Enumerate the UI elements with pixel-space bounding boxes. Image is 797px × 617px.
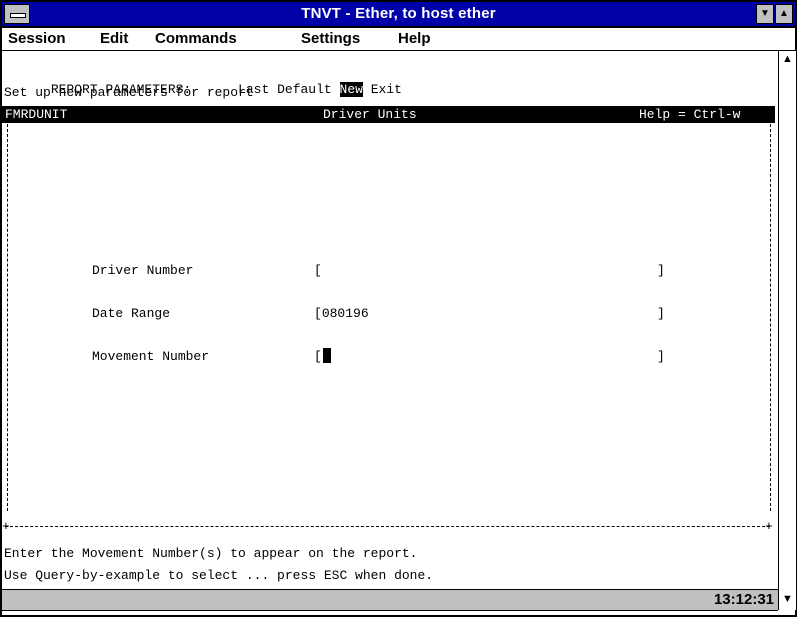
form-border-bottom [5,526,770,527]
scroll-down-icon[interactable]: ▼ [778,589,796,610]
date-range-label: Date Range [92,306,171,321]
date-range-field[interactable]: [080196 [314,305,369,322]
terminal-window: TNVT - Ether, to host ether ▼ ▲ Session … [0,0,797,617]
subtitle-line: Set up new parameters for report [4,85,254,100]
footer-instruction-1: Enter the Movement Number(s) to appear o… [4,546,418,561]
window-title: TNVT - Ether, to host ether [301,5,496,22]
vertical-scrollbar[interactable]: ▲ [778,51,796,589]
driver-number-field-end: ] [657,263,665,278]
screen-title: Driver Units [323,107,417,122]
movement-number-field-end: ] [657,349,665,364]
clock: 13:12:31 [713,591,774,608]
movement-number-label: Movement Number [92,349,210,364]
date-range-value: 080196 [321,306,369,321]
option-exit[interactable]: Exit [371,82,402,97]
scroll-up-icon[interactable]: ▲ [779,51,796,68]
menu-settings[interactable]: Settings [301,30,360,47]
movement-number-field[interactable]: [ [314,348,331,365]
terminal-screen[interactable]: REPORT PARAMETERS: Last Default New Exit… [2,51,777,589]
footer-instruction-2: Use Query-by-example to select ... press… [4,568,434,583]
status-bar: 13:12:31 [2,589,778,611]
date-range-field-end: ] [657,306,665,321]
text-cursor [322,348,331,363]
menu-edit[interactable]: Edit [100,30,128,47]
form-border-right [770,124,773,511]
screen-header-bar: FMRDUNIT Driver Units Help = Ctrl-w [2,106,775,123]
menu-help[interactable]: Help [398,30,431,47]
option-default[interactable]: Default [277,82,332,97]
maximize-icon[interactable]: ▲ [775,4,793,24]
menu-commands[interactable]: Commands [155,30,237,47]
option-new[interactable]: New [339,82,363,97]
driver-number-field[interactable]: [ [314,262,322,279]
program-name: FMRDUNIT [5,107,68,122]
form-border-left [7,124,10,511]
menu-bar: Session Edit Commands Settings Help [2,28,795,51]
form-corner-right: + [765,519,773,534]
title-bar[interactable]: TNVT - Ether, to host ether ▼ ▲ [2,2,795,28]
menu-session[interactable]: Session [8,30,66,47]
form-corner-left: + [2,519,10,534]
minimize-icon[interactable]: ▼ [756,4,774,24]
help-hint: Help = Ctrl-w [639,107,741,122]
driver-number-label: Driver Number [92,263,194,278]
